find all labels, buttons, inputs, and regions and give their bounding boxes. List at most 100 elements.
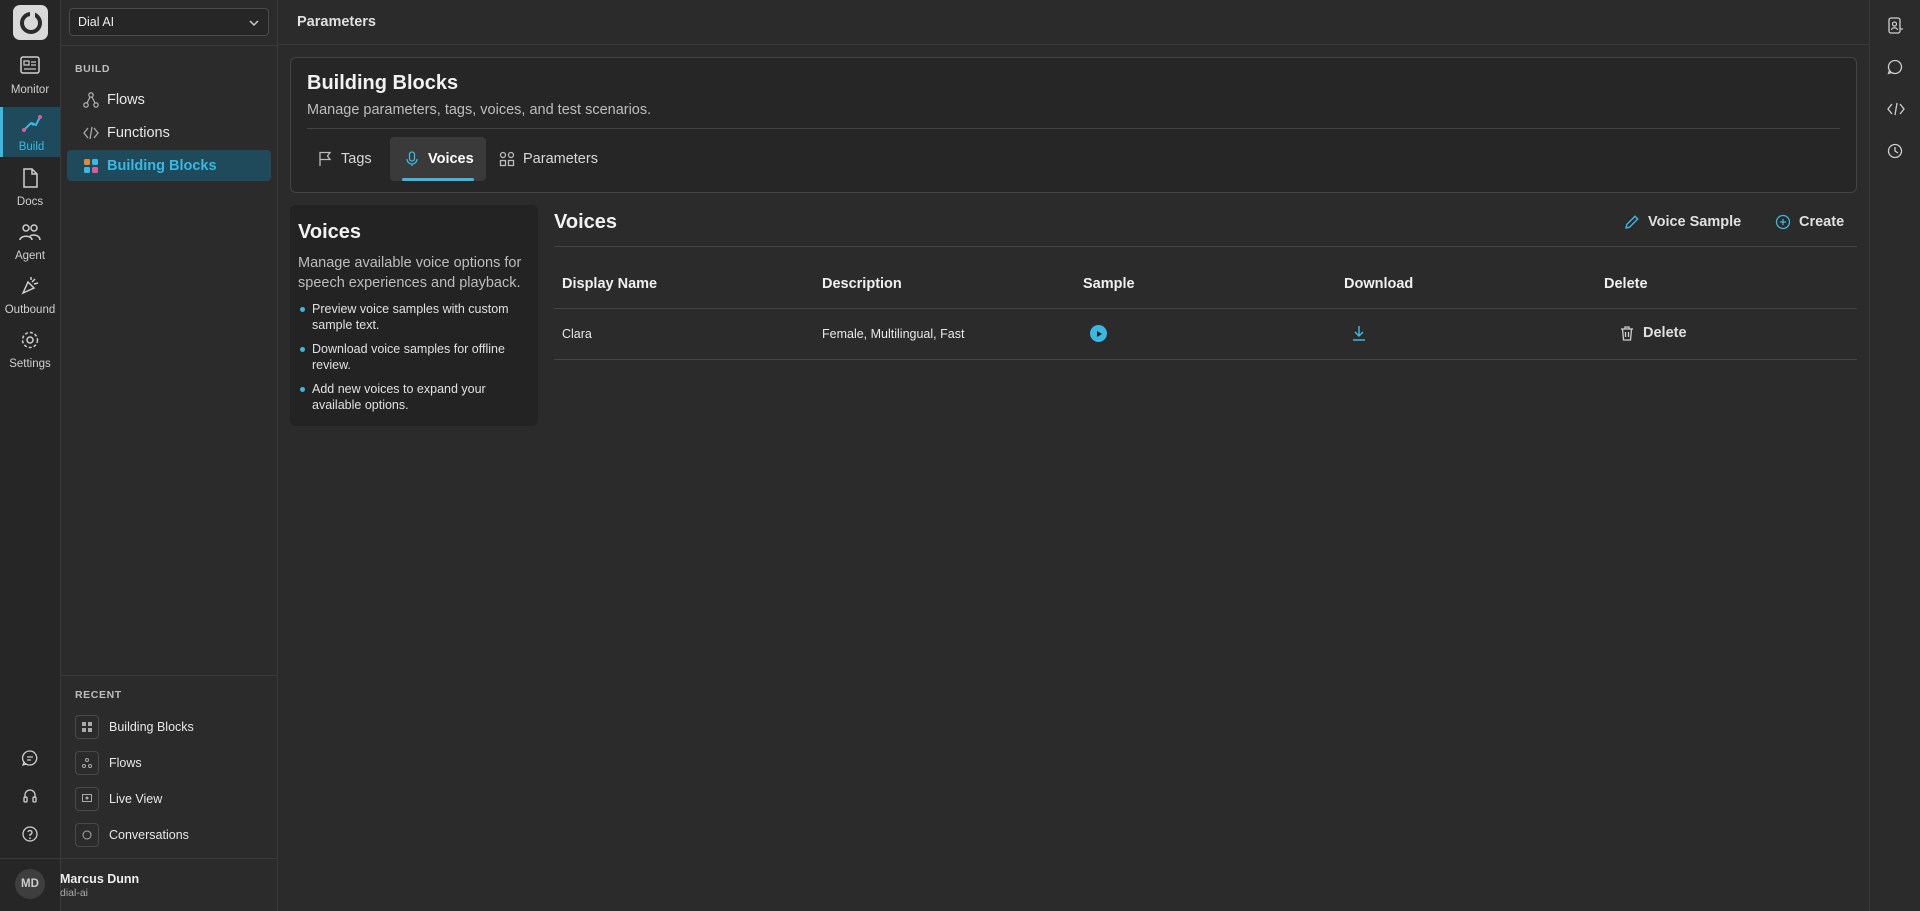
section-label-build: BUILD — [75, 63, 111, 75]
bullet-text: Preview voice samples with custom sample… — [312, 302, 509, 332]
blocks-icon — [83, 158, 99, 174]
code-icon — [83, 125, 99, 141]
monitor-icon — [20, 56, 40, 74]
chevron-down-icon — [248, 17, 260, 29]
cell-description: Female, Multilingual, Fast — [822, 327, 965, 341]
page-title: Parameters — [297, 14, 376, 30]
avatar: MD — [15, 869, 45, 899]
info-bullet: Preview voice samples with custom sample… — [298, 301, 533, 333]
rail-label: Monitor — [10, 84, 50, 96]
column-header-delete: Delete — [1604, 276, 1648, 292]
create-button[interactable]: Create — [1775, 210, 1844, 234]
recent-item-live-view[interactable]: Live View — [75, 787, 162, 811]
voice-sample-label: Voice Sample — [1648, 214, 1742, 230]
column-header-description: Description — [822, 276, 902, 292]
section-label-recent: RECENT — [75, 689, 122, 701]
history-icon[interactable] — [1887, 143, 1903, 159]
download-button[interactable] — [1351, 325, 1367, 341]
divider — [61, 45, 278, 46]
sidebar-item-label: Building Blocks — [107, 157, 217, 174]
rail-item-docs[interactable]: Docs — [0, 162, 60, 212]
recent-item-building-blocks[interactable]: Building Blocks — [75, 715, 194, 739]
blocks-icon — [75, 715, 99, 739]
chat-icon — [75, 823, 99, 847]
agent-icon — [19, 222, 41, 242]
bullet-dot — [300, 307, 305, 312]
sidebar-item-label: Functions — [107, 124, 170, 141]
rail-label: Agent — [14, 250, 46, 262]
tab-label: Tags — [341, 151, 372, 167]
topbar: Parameters — [278, 0, 1869, 45]
parameters-icon — [499, 151, 515, 167]
tab-tags[interactable]: Tags — [303, 137, 384, 181]
divider — [554, 246, 1857, 247]
divider — [554, 359, 1857, 360]
play-sample-button[interactable] — [1090, 325, 1107, 342]
sidebar-item-label: Flows — [107, 91, 145, 108]
section-title: Building Blocks — [307, 72, 459, 94]
recent-item-label: Flows — [109, 756, 142, 770]
recent-item-label: Live View — [109, 792, 163, 806]
trash-icon — [1619, 325, 1635, 341]
rail-label: Build — [18, 141, 45, 153]
recent-item-label: Building Blocks — [109, 720, 194, 734]
app-logo[interactable] — [13, 5, 48, 40]
recent-item-conversations[interactable]: Conversations — [75, 823, 189, 847]
delete-button[interactable]: Delete — [1619, 323, 1687, 343]
info-bullet: Add new voices to expand your available … — [298, 381, 533, 413]
flag-icon — [317, 151, 333, 167]
rail-item-outbound[interactable]: Outbound — [0, 270, 60, 320]
column-header-download: Download — [1344, 276, 1414, 292]
sidebar-item-functions[interactable]: Functions — [67, 117, 271, 148]
column-header-sample: Sample — [1083, 276, 1135, 292]
chat-icon[interactable] — [21, 749, 39, 767]
flows-icon — [83, 92, 99, 108]
section-subtitle: Manage parameters, tags, voices, and tes… — [307, 102, 652, 118]
rail-item-monitor[interactable]: Monitor — [0, 50, 60, 100]
rail-item-build[interactable]: Build — [0, 107, 60, 157]
recent-item-flows[interactable]: Flows — [75, 751, 142, 775]
play-icon — [1096, 330, 1102, 337]
tab-label: Voices — [428, 151, 474, 167]
recent-item-label: Conversations — [109, 828, 189, 842]
divider — [554, 308, 1857, 309]
right-rail — [1869, 0, 1920, 911]
workspace-select[interactable]: Dial AI — [69, 8, 269, 36]
voices-table-title: Voices — [554, 211, 617, 233]
active-tab-indicator — [402, 178, 474, 181]
chat-icon[interactable] — [1887, 59, 1903, 75]
tab-voices[interactable]: Voices — [390, 137, 486, 181]
outbound-icon — [20, 276, 40, 296]
logo-icon — [19, 11, 42, 34]
info-description: Manage available voice options for speec… — [298, 255, 522, 291]
user-profile[interactable]: MD Marcus Dunn dial-ai — [0, 859, 278, 911]
sidebar-item-flows[interactable]: Flows — [67, 84, 271, 115]
bullet-dot — [300, 387, 305, 392]
gear-icon — [20, 330, 40, 350]
info-bullet: Download voice samples for offline revie… — [298, 341, 533, 373]
code-icon[interactable] — [1887, 101, 1905, 117]
contact-book-icon[interactable] — [1887, 17, 1903, 35]
info-title: Voices — [298, 221, 361, 243]
voice-sample-button[interactable]: Voice Sample — [1624, 210, 1741, 234]
rail-label: Outbound — [4, 304, 56, 316]
docs-icon — [21, 168, 39, 188]
column-header-display-name: Display Name — [562, 276, 658, 292]
rail-item-settings[interactable]: Settings — [0, 324, 60, 374]
info-panel: Voices Manage available voice options fo… — [290, 205, 538, 426]
microphone-icon — [404, 151, 420, 167]
rail-item-agent[interactable]: Agent — [0, 216, 60, 266]
tab-label: Parameters — [523, 151, 598, 167]
help-icon[interactable] — [21, 825, 39, 843]
create-label: Create — [1799, 214, 1845, 230]
sidebar: Dial AI BUILD Flows Functions Building B… — [61, 0, 278, 911]
icon-rail: Monitor Build Docs Agent Outbound Settin… — [0, 0, 61, 911]
live-view-icon — [75, 787, 99, 811]
sidebar-item-building-blocks[interactable]: Building Blocks — [67, 150, 271, 181]
divider — [61, 675, 278, 676]
build-icon — [21, 113, 43, 133]
rail-label: Docs — [16, 196, 44, 208]
headset-icon[interactable] — [21, 787, 39, 805]
delete-label: Delete — [1643, 325, 1687, 341]
tab-parameters[interactable]: Parameters — [485, 137, 610, 181]
